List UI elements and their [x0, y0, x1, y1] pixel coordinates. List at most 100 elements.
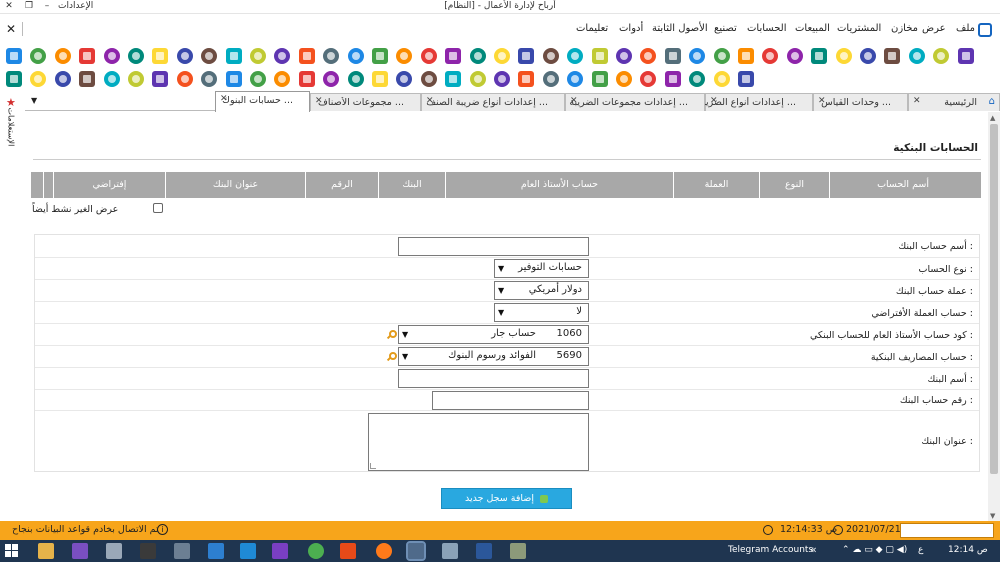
toolbar-button-icon[interactable]	[347, 71, 364, 87]
toolbar-button-icon[interactable]	[372, 71, 388, 87]
toolbar-button-icon[interactable]	[811, 48, 828, 64]
tab-list-dropdown-icon[interactable]: ▼	[31, 96, 37, 105]
tab-home[interactable]: ⌂ الرئيسية ✕	[908, 93, 1000, 111]
toolbar-button-icon[interactable]	[298, 71, 315, 87]
bank-address-textarea[interactable]	[368, 413, 589, 471]
app-active-icon[interactable]	[406, 541, 426, 561]
toolbar-button-icon[interactable]	[567, 48, 584, 64]
toolbar-button-icon[interactable]	[225, 71, 242, 87]
toolbar-button-icon[interactable]	[396, 48, 413, 64]
remote-desktop-icon[interactable]	[208, 543, 224, 559]
tab-close-icon[interactable]: ✕	[220, 94, 228, 104]
search-icon[interactable]	[389, 352, 397, 360]
toolbar-button-icon[interactable]	[323, 48, 340, 64]
toolbar-button-icon[interactable]	[518, 71, 535, 87]
toolbar-button-icon[interactable]	[469, 48, 486, 64]
menu-tools[interactable]: أدوات	[619, 23, 643, 34]
toolbar-button-icon[interactable]	[616, 48, 632, 64]
toolbar-button-icon[interactable]	[103, 71, 120, 87]
toolbar-button-icon[interactable]	[762, 48, 779, 64]
toolbar-button-icon[interactable]	[274, 71, 291, 87]
toolbar-button-icon[interactable]	[79, 48, 96, 64]
telegram-accounts-label[interactable]: Telegram Accounts	[728, 545, 813, 555]
toolbar-button-icon[interactable]	[591, 71, 608, 87]
tab-close-icon[interactable]: ✕	[426, 96, 434, 106]
toolbar-button-icon[interactable]	[469, 71, 486, 87]
resize-grip-icon[interactable]	[370, 463, 376, 469]
currency-select[interactable]: دولار أمريكي ▼	[494, 281, 589, 300]
gl-code-select[interactable]: 1060 حساب جار ▼	[398, 325, 589, 344]
toolbar-button-icon[interactable]	[518, 48, 535, 64]
side-panel[interactable]: ★ الإستعلامات	[0, 96, 22, 176]
toolbar-button-icon[interactable]	[908, 48, 925, 64]
close-document-icon[interactable]: ✕	[6, 22, 16, 36]
default-currency-select[interactable]: لا ▼	[494, 303, 589, 322]
taskbar-clock[interactable]: 12:14 ص	[948, 545, 988, 555]
tab-units[interactable]: وحدات القياس ... ✕	[813, 93, 908, 111]
toolbar-button-icon[interactable]	[616, 71, 632, 87]
grid-col-number[interactable]: الرقم	[305, 172, 378, 198]
toolbar-button-icon[interactable]	[79, 71, 96, 87]
bank-name-input[interactable]	[398, 369, 589, 388]
account-number-input[interactable]	[432, 391, 589, 410]
toolbar-button-icon[interactable]	[542, 48, 559, 64]
toolbar-button-icon[interactable]	[445, 48, 462, 64]
grid-col-default[interactable]: إفتراضي	[53, 172, 165, 198]
toolbar-button-icon[interactable]	[689, 48, 706, 64]
toolbar-button-icon[interactable]	[176, 71, 193, 87]
toolbar-button-icon[interactable]	[591, 48, 608, 64]
system-tray-icons[interactable]: ⌃ ☁ ▭ ◆ ▢ ◀)	[842, 545, 907, 555]
firefox-icon[interactable]	[376, 543, 392, 559]
scroll-up-icon[interactable]: ▲	[990, 114, 995, 122]
toolbar-button-icon[interactable]	[152, 48, 169, 64]
tab-tax-types[interactable]: إعدادات أنواع الضريبة ... ✕	[698, 93, 813, 111]
toolbar-button-icon[interactable]	[786, 48, 803, 64]
toolbar-button-icon[interactable]	[664, 71, 681, 87]
vertical-scrollbar[interactable]: ▲ ▼	[988, 112, 1000, 522]
toolbar-button-icon[interactable]	[713, 71, 730, 87]
toolbar-button-icon[interactable]	[738, 71, 754, 87]
toolbar-button-icon[interactable]	[420, 48, 437, 64]
toolbar-button-icon[interactable]	[201, 48, 218, 64]
menu-manufacturing[interactable]: تصنيع	[714, 23, 737, 34]
scroll-down-icon[interactable]: ▼	[990, 512, 995, 520]
menu-purchases[interactable]: المشتريات	[837, 23, 881, 34]
toolbar-button-icon[interactable]	[542, 71, 559, 87]
menu-sales[interactable]: المبيعات	[795, 23, 830, 34]
toolbar-button-icon[interactable]	[176, 48, 193, 64]
toolbar-button-icon[interactable]	[30, 48, 47, 64]
toolbar-button-icon[interactable]	[54, 48, 71, 64]
account-name-input[interactable]	[398, 237, 589, 256]
toolbar-button-icon[interactable]	[640, 71, 657, 87]
toolbar-button-icon[interactable]	[664, 48, 681, 64]
toolbar-button-icon[interactable]	[884, 48, 901, 64]
tab-item-tax-types[interactable]: إعدادات أنواع ضريبة الصنف ... ✕	[421, 93, 565, 111]
toolbar-button-icon[interactable]	[567, 71, 584, 87]
menu-view[interactable]: عرض	[922, 23, 946, 34]
toolbar-button-icon[interactable]	[323, 71, 340, 87]
scroll-thumb[interactable]	[990, 124, 998, 474]
toolbar-button-icon[interactable]	[372, 48, 388, 64]
toolbar-button-icon[interactable]	[103, 48, 120, 64]
toolbar-button-icon[interactable]	[494, 71, 510, 87]
toolbar-button-icon[interactable]	[689, 71, 706, 87]
menu-fixed-assets[interactable]: الأصول الثابتة	[652, 23, 708, 34]
tab-tax-groups[interactable]: إعدادات مجموعات الضريبة ... ✕	[565, 93, 705, 111]
document-icon[interactable]	[106, 543, 122, 559]
tab-bank-accounts[interactable]: حسابات البنوك ... ✕	[215, 91, 310, 112]
toolbar-button-icon[interactable]	[250, 71, 266, 87]
toolbar-button-icon[interactable]	[957, 48, 974, 64]
show-inactive-checkbox[interactable]	[153, 203, 163, 213]
toolbar-button-icon[interactable]	[250, 48, 266, 64]
toolbar-button-icon[interactable]	[128, 48, 144, 64]
toolbar-button-icon[interactable]	[738, 48, 754, 64]
menu-accounts[interactable]: الحسابات	[747, 23, 787, 34]
bank-charges-select[interactable]: 5690 الفوائد ورسوم البنوك ▼	[398, 347, 589, 366]
brave-icon[interactable]	[340, 543, 356, 559]
toolbar-button-icon[interactable]	[6, 48, 22, 64]
toolbar-button-icon[interactable]	[713, 48, 730, 64]
visual-studio-2-icon[interactable]	[272, 543, 288, 559]
toolbar-button-icon[interactable]	[30, 71, 47, 87]
status-input-box[interactable]	[900, 523, 994, 538]
toolbar-button-icon[interactable]	[640, 48, 657, 64]
